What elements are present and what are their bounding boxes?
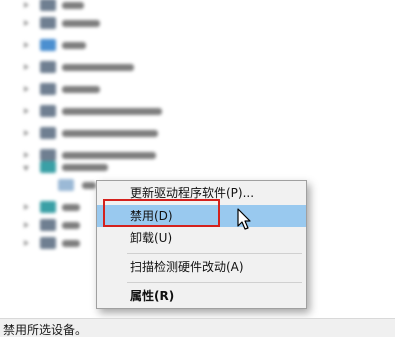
menu-item-scan-hardware[interactable]: 扫描检测硬件改动(A): [97, 256, 306, 278]
tree-item-label: [62, 240, 80, 247]
status-bar: 禁用所选设备。: [0, 318, 395, 337]
menu-item-properties[interactable]: 属性(R): [97, 285, 306, 307]
expand-arrow-icon[interactable]: [24, 86, 29, 92]
device-category-icon: [40, 237, 56, 249]
collapse-arrow-icon[interactable]: [23, 166, 29, 171]
device-category-icon: [40, 127, 56, 139]
expand-arrow-icon[interactable]: [24, 20, 29, 26]
tree-item-label: [62, 42, 86, 49]
menu-item-label: 扫描检测硬件改动(A): [130, 260, 244, 274]
device-category-icon: [40, 105, 56, 117]
tree-item-label: [62, 2, 84, 9]
tree-item-label: [62, 108, 162, 115]
menu-separator: [127, 253, 302, 254]
tree-item-label: [62, 64, 134, 71]
device-category-icon: [40, 219, 56, 231]
expand-arrow-icon[interactable]: [24, 64, 29, 70]
mouse-pointer-icon: [237, 208, 251, 230]
expand-arrow-icon[interactable]: [24, 240, 29, 246]
device-category-icon: [40, 0, 56, 11]
tree-item-label: [62, 152, 156, 159]
network-adapter-icon: [40, 161, 56, 173]
device-category-icon: [40, 39, 56, 51]
expand-arrow-icon[interactable]: [24, 130, 29, 136]
expand-arrow-icon[interactable]: [24, 152, 29, 158]
expand-arrow-icon[interactable]: [24, 204, 29, 210]
menu-item-label: 卸载(U): [130, 231, 173, 245]
device-category-icon: [40, 149, 56, 161]
tree-item-label: [62, 222, 80, 229]
menu-item-uninstall[interactable]: 卸载(U): [97, 227, 306, 249]
tree-item-label: [62, 204, 80, 211]
expand-arrow-icon[interactable]: [24, 222, 29, 228]
device-category-icon: [40, 17, 56, 29]
expand-arrow-icon[interactable]: [24, 2, 29, 8]
tree-item-label: [62, 20, 100, 27]
callout-highlight-box: [103, 199, 220, 227]
tree-item-label: [62, 130, 158, 137]
device-category-icon: [40, 83, 56, 95]
network-device-icon: [58, 179, 74, 191]
tree-item-label: [62, 86, 100, 93]
device-category-icon: [40, 61, 56, 73]
expand-arrow-icon[interactable]: [24, 108, 29, 114]
status-text: 禁用所选设备。: [3, 323, 88, 337]
tree-item-label: [82, 182, 96, 189]
tree-item-label: [62, 164, 108, 171]
device-category-icon: [40, 201, 56, 213]
expand-arrow-icon[interactable]: [24, 42, 29, 48]
menu-separator: [127, 282, 302, 283]
menu-item-label: 属性(R): [130, 289, 175, 303]
